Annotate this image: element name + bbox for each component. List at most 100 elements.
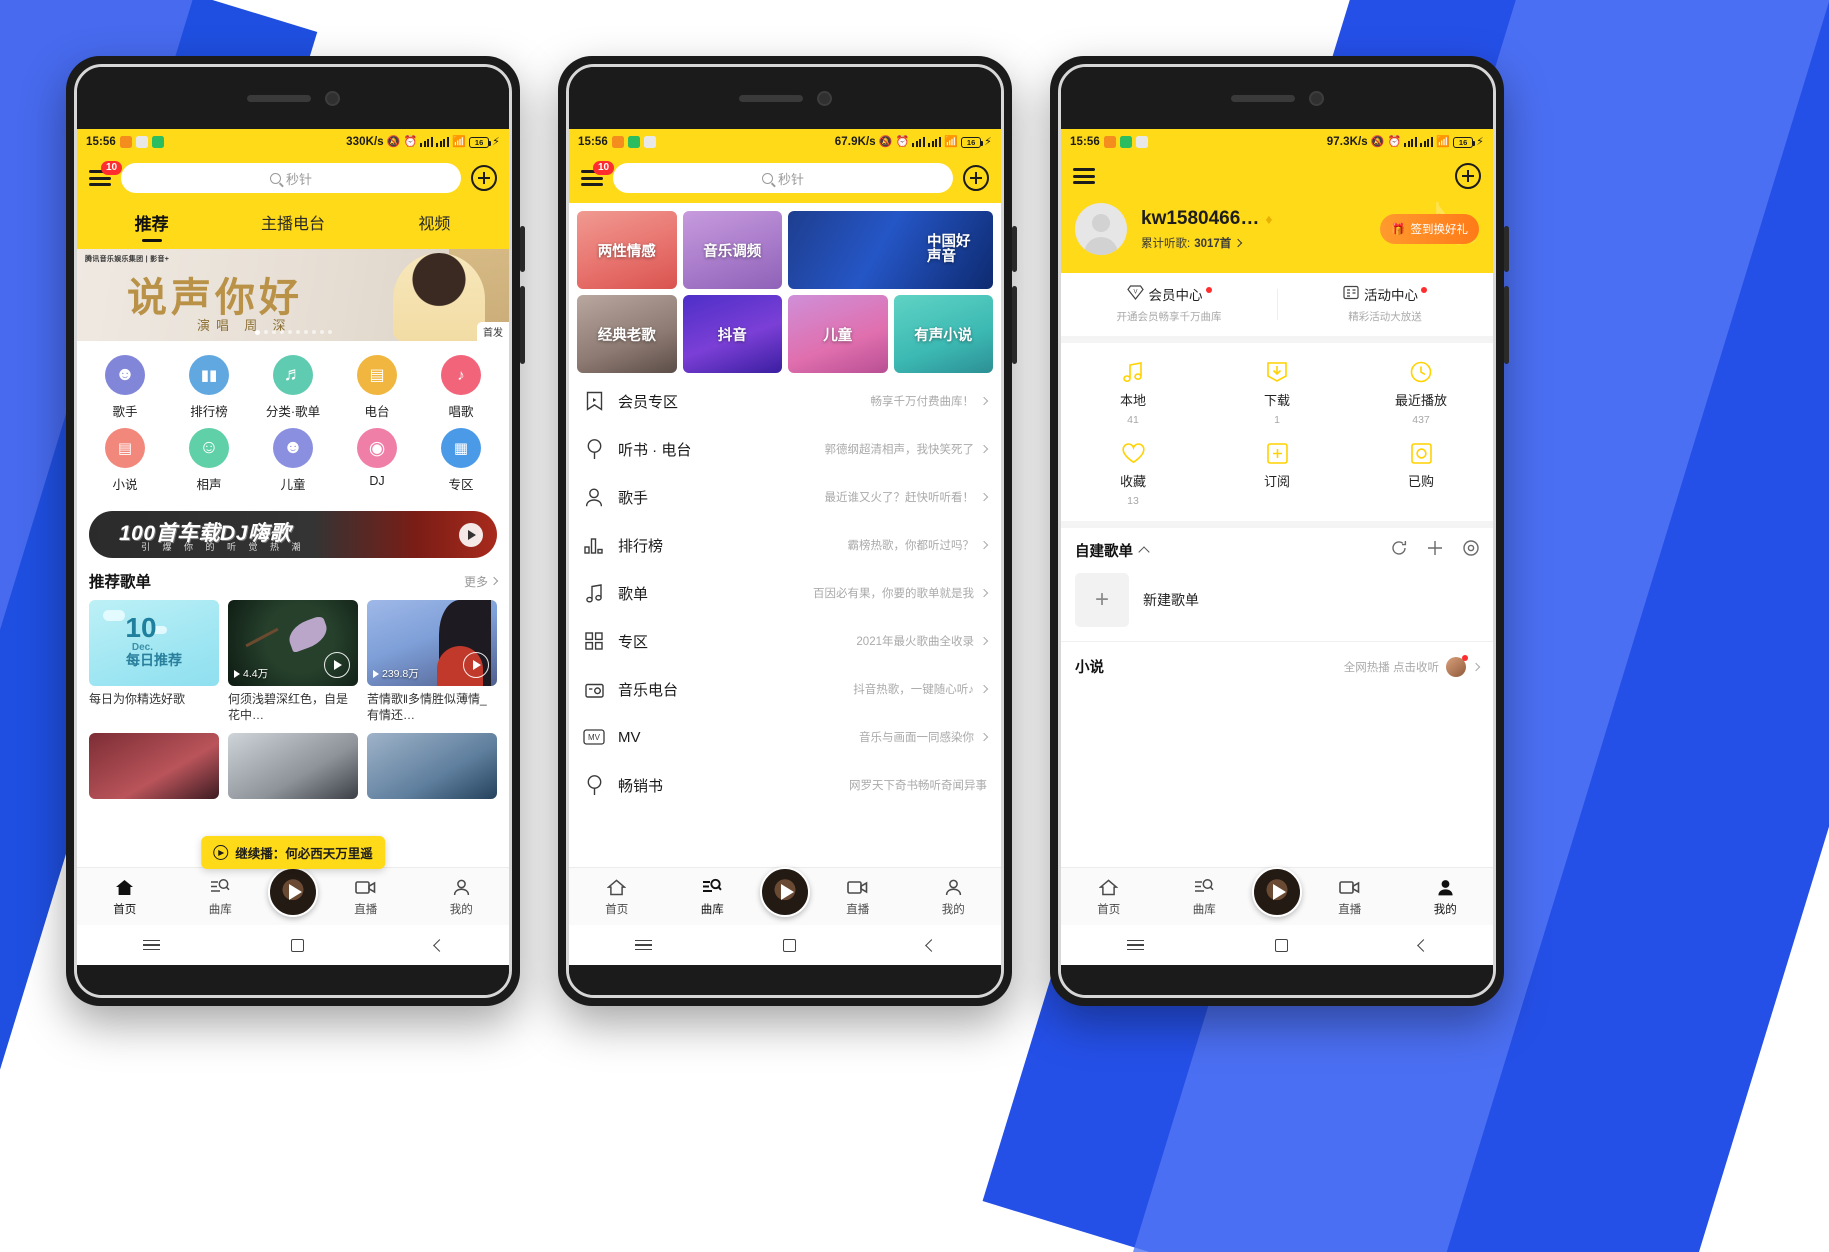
quick-download[interactable]: 下载 1 [1205,359,1349,426]
member-center-entry[interactable]: V 会员中心 开通会员畅享千万曲库 [1061,273,1277,336]
singer-icon: ☻ [105,355,145,395]
daily-day: 10 [125,612,157,643]
nav-item-mine[interactable]: 我的 [414,877,510,917]
promo-banner[interactable]: 腾讯音乐娱乐集团 | 影音+ 说声你好 演唱 周 深 首发 [77,249,509,341]
nav-item-live[interactable]: 直播 [810,877,906,917]
play-button[interactable] [463,652,489,678]
search-icon [269,172,281,184]
menu-icon[interactable] [1126,939,1144,951]
username[interactable]: kw1580466… ♦ [1141,208,1272,230]
playlist-card[interactable] [367,733,497,800]
quick-local[interactable]: 本地 41 [1061,359,1205,426]
tile-music-fm[interactable]: 音乐调频 [682,211,782,289]
list-item-singer[interactable]: 歌手 最近谁又火了？赶快听听看！ [569,473,1001,521]
listen-stats[interactable]: 累计听歌: 3017首 [1141,235,1272,251]
nav-item-live[interactable]: 直播 [1302,877,1398,917]
list-item-music-radio[interactable]: 音乐电台 抖音热歌，一键随心听♪ [569,665,1001,713]
activity-center-entry[interactable]: 活动中心 精彩活动大放送 [1277,273,1493,336]
continue-play-toast[interactable]: 继续播：何必西天万里遥 [201,836,385,869]
list-item-chart[interactable]: 排行榜 霸榜热歌，你都听过吗？ [569,521,1001,569]
settings-icon[interactable] [1463,540,1479,561]
tile-relationship[interactable]: 两性情感 [577,211,677,289]
grid-item-singer[interactable]: ☻ 歌手 [83,355,167,420]
grid-item-chart[interactable]: ▮▮ 排行榜 [167,355,251,420]
add-icon[interactable] [1427,540,1443,561]
nav-item-mine[interactable]: 我的 [1398,877,1494,917]
refresh-icon[interactable] [1391,540,1407,561]
playlist-card[interactable]: 4.4万 何须浅碧深红色，自是花中… [228,600,358,723]
menu-button[interactable]: 10 [89,161,123,186]
nav-item-home[interactable]: 首页 [1061,877,1157,917]
dj-ad-banner[interactable]: 100首车载DJ嗨歌 引 爆 你 的 听 觉 热 潮 [89,511,497,558]
play-button[interactable] [324,652,350,678]
home-scroll-area[interactable]: 腾讯音乐娱乐集团 | 影音+ 说声你好 演唱 周 深 首发 ☻ 歌手 ▮▮ 排行… [77,249,509,867]
tile-label: 儿童 [823,327,853,344]
tile-douyin[interactable]: 抖音 [682,295,782,373]
novel-section-row[interactable]: 小说 全网热播 点击收听 [1061,641,1493,691]
quick-subscribe[interactable]: 订阅 [1205,440,1349,507]
sign-in-button[interactable]: 🎁 签到换好礼 [1380,214,1479,244]
playlist-card[interactable]: 239.8万 苦情歌‖多情胜似薄情_有情还… [367,600,497,723]
tile-audiobook[interactable]: 有声小说 [893,295,993,373]
back-icon[interactable] [432,938,446,952]
tile-kids[interactable]: 儿童 [788,295,888,373]
menu-button[interactable] [1073,168,1095,184]
grid-item-comedy[interactable]: ☺ 相声 [167,428,251,493]
menu-button[interactable]: 10 [581,161,615,186]
search-input[interactable]: 秒针 [121,163,461,193]
list-item-mv[interactable]: MV MV 音乐与画面一同感染你 [569,713,1001,761]
nav-item-library[interactable]: 曲库 [1157,877,1253,917]
back-icon[interactable] [1416,938,1430,952]
playlist-card[interactable] [228,733,358,800]
tab-video[interactable]: 视频 [364,205,505,242]
grid-item-sing[interactable]: ♪ 唱歌 [419,355,503,420]
list-item-zone[interactable]: 专区 2021年最火歌曲全收录 [569,617,1001,665]
home-square-icon[interactable] [782,938,796,952]
add-button[interactable] [471,165,497,191]
quick-favorite[interactable]: 收藏 13 [1061,440,1205,507]
add-button[interactable] [1455,163,1481,189]
grid-item-novel[interactable]: ▤ 小说 [83,428,167,493]
list-item-bestseller[interactable]: 畅销书 网罗天下奇书畅听奇闻异事 [569,761,1001,809]
list-item-vip-zone[interactable]: 会员专区 畅享千万付费曲库！ [569,377,1001,425]
tab-anchor-radio[interactable]: 主播电台 [222,205,363,242]
quick-recent[interactable]: 最近播放 437 [1349,359,1493,426]
list-item-playlist[interactable]: 歌单 百因必有果，你要的歌单就是我 [569,569,1001,617]
tab-recommend[interactable]: 推荐 [81,205,222,242]
tile-voice-of-china[interactable]: 中国好声音 [788,211,993,289]
mini-player-disc[interactable] [1252,866,1302,917]
self-playlist-title[interactable]: 自建歌单 [1075,540,1150,561]
grid-item-zone[interactable]: ▦ 专区 [419,428,503,493]
nav-item-library[interactable]: 曲库 [665,877,761,917]
menu-icon[interactable] [634,939,652,951]
menu-icon[interactable] [142,939,160,951]
library-scroll-area[interactable]: 两性情感 音乐调频 中国好声音 经典老歌 抖音 儿童 有声小说 会员专区 畅享千… [569,203,1001,867]
back-icon[interactable] [924,938,938,952]
nav-item-home[interactable]: 首页 [569,877,665,917]
grid-item-dj[interactable]: ◉ DJ [335,428,419,493]
nav-item-library[interactable]: 曲库 [173,877,269,917]
playlist-card[interactable] [89,733,219,800]
profile-scroll-area[interactable]: V 会员中心 开通会员畅享千万曲库 活动中心 精彩活动大放送 本地 41 下载 … [1061,273,1493,867]
nav-item-live[interactable]: 直播 [318,877,414,917]
list-item-audiobook-radio[interactable]: 听书 · 电台 郭德纲超清相声，我快笑死了 [569,425,1001,473]
home-square-icon[interactable] [290,938,304,952]
avatar[interactable] [1075,203,1127,255]
nav-item-mine[interactable]: 我的 [906,877,1002,917]
earpiece-speaker [738,94,803,102]
home-square-icon[interactable] [1274,938,1288,952]
search-input[interactable]: 秒针 [613,163,953,193]
grid-item-kids[interactable]: ☻ 儿童 [251,428,335,493]
grid-item-radio[interactable]: ▤ 电台 [335,355,419,420]
grid-item-playlist[interactable]: ♬ 分类·歌单 [251,355,335,420]
quick-purchased[interactable]: 已购 [1349,440,1493,507]
play-icon[interactable] [459,522,483,547]
new-playlist-row[interactable]: + 新建歌单 [1061,573,1493,641]
more-link[interactable]: 更多 [464,573,499,590]
add-button[interactable] [963,165,989,191]
mini-player-disc[interactable] [760,866,810,917]
playlist-card[interactable]: 10 Dec. 每日推荐 每日为你精选好歌 [89,600,219,723]
tile-classic-songs[interactable]: 经典老歌 [577,295,677,373]
nav-item-home[interactable]: 首页 [77,877,173,917]
mini-player-disc[interactable] [268,866,318,917]
